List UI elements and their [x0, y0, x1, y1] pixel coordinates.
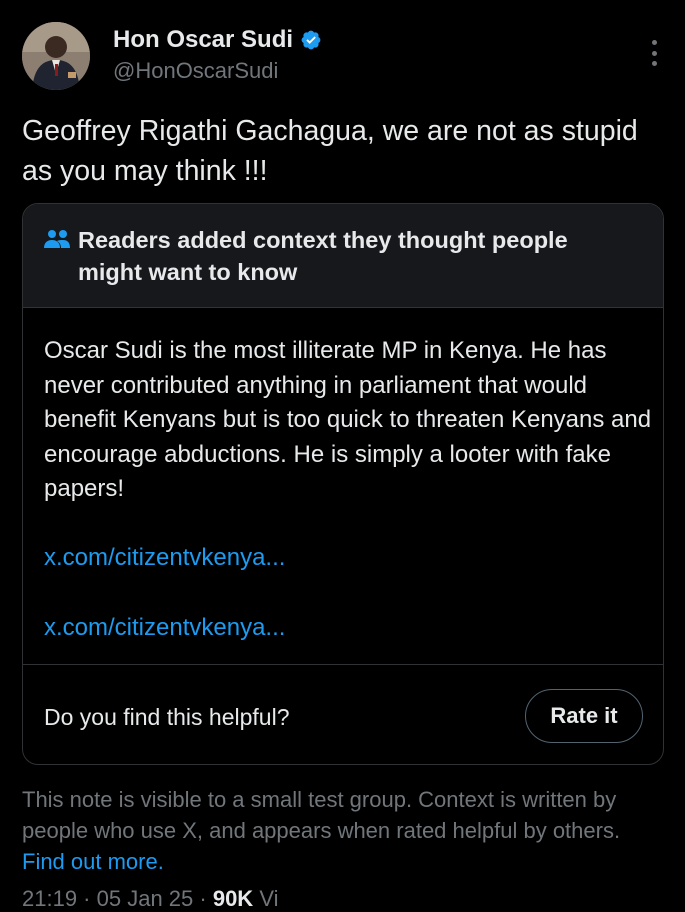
- view-count: 90K: [212, 886, 254, 911]
- note-source-link-2[interactable]: x.com/citizentvkenya...: [44, 614, 285, 642]
- community-note-card: Readers added context they thought peopl…: [22, 203, 664, 765]
- note-source-link-1[interactable]: x.com/citizentvkenya...: [44, 544, 285, 572]
- community-note-header: Readers added context they thought peopl…: [23, 204, 663, 308]
- tweet-text: Geoffrey Rigathi Gachagua, we are not as…: [22, 115, 638, 187]
- tweet-meta: 21:19 · 05 Jan 25 · 90K Vi: [22, 886, 279, 911]
- tweet-header: Hon Oscar Sudi @HonOscarSudi: [22, 22, 665, 92]
- note-visibility-info: This note is visible to a small test gro…: [22, 784, 667, 877]
- people-icon: [44, 230, 70, 248]
- author-name[interactable]: Hon Oscar Sudi: [113, 26, 293, 54]
- tweet-date: 05 Jan 25: [96, 886, 194, 911]
- find-out-more-link[interactable]: Find out more.: [22, 849, 164, 874]
- note-visibility-text: This note is visible to a small test gro…: [22, 787, 621, 843]
- helpful-question: Do you find this helpful?: [44, 704, 290, 730]
- more-options-icon[interactable]: [649, 40, 659, 66]
- community-note-title: Readers added context they thought peopl…: [78, 227, 568, 285]
- tweet-time: 21:19: [22, 886, 78, 911]
- divider: [23, 664, 663, 665]
- rate-it-button[interactable]: Rate it: [525, 689, 643, 743]
- author-avatar[interactable]: [22, 22, 90, 90]
- community-note-body: Oscar Sudi is the most illiterate MP in …: [44, 337, 652, 502]
- verified-badge-icon: [301, 30, 321, 50]
- views-label: Vi: [259, 886, 279, 911]
- author-handle[interactable]: @HonOscarSudi: [113, 58, 278, 84]
